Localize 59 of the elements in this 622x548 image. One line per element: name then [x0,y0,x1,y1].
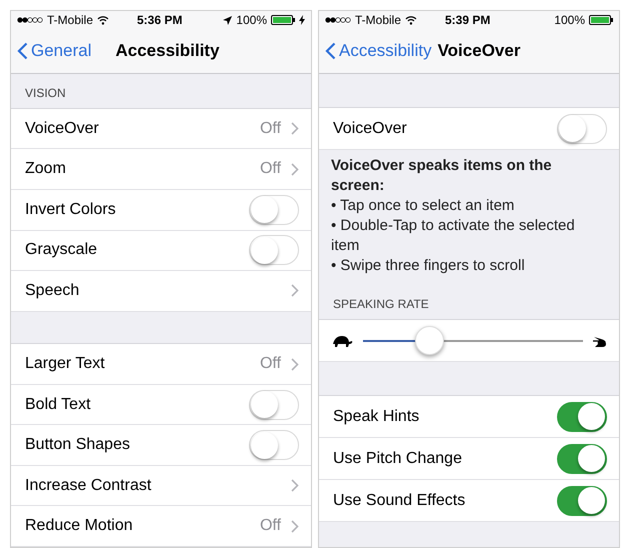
chevron-icon [291,162,299,176]
settings-row[interactable]: Zoom Off [11,149,311,190]
settings-row[interactable]: VoiceOver Off [11,108,311,150]
battery-percent: 100% [554,12,585,29]
row-label: Use Sound Effects [333,490,466,510]
nav-title: Accessibility [115,40,220,62]
signal-icon [17,17,43,23]
settings-row[interactable]: Speech [11,271,311,312]
wifi-icon [405,16,418,24]
back-button[interactable]: General [17,38,92,64]
row-label: Increase Contrast [25,476,152,496]
chevron-icon [291,479,299,492]
row-label: Larger Text [25,354,106,374]
turtle-icon [331,334,353,346]
toggle-switch[interactable] [557,402,607,432]
chevron-icon [291,358,299,371]
description-bullet: • Swipe three fingers to scroll [331,256,526,276]
row-label: Speech [25,280,80,301]
row-value: Off [260,118,281,139]
row-label: VoiceOver [25,118,100,139]
section-header: SPEAKING RATE [333,296,429,313]
row-label: VoiceOver [333,118,408,138]
wifi-icon [97,16,110,24]
back-chevron-icon [17,42,28,60]
back-chevron-icon [325,42,336,60]
row-label: Use Pitch Change [333,448,463,468]
signal-icon [325,17,351,23]
chevron-icon [291,284,299,298]
row-value: Off [260,354,281,374]
row-label: Invert Colors [25,200,117,220]
battery-icon [589,15,613,25]
battery-icon [271,15,295,25]
row-label: Reduce Motion [25,516,134,536]
status-time: 5:36 PM [137,12,184,29]
slider-thumb[interactable] [415,326,444,354]
row-label: Zoom [25,159,67,180]
settings-row[interactable]: Increase Contrast [11,466,311,506]
description-bullet: • Double-Tap to activate the selected item [331,216,576,256]
status-time: 5:39 PM [445,12,492,29]
carrier-label: T-Mobile [355,12,402,29]
chevron-icon [291,122,299,136]
battery-percent: 100% [236,12,267,29]
toggle-switch[interactable] [557,486,607,516]
row-label: Speak Hints [333,406,420,426]
row-label: Grayscale [25,240,98,260]
row-value: Off [260,159,281,180]
description-bullet: • Tap once to select an item [331,196,516,216]
row-label: Bold Text [25,394,92,415]
chevron-icon [291,520,299,533]
row-value: Off [260,516,281,536]
settings-row[interactable]: Reduce Motion Off [11,506,311,547]
row-label: Button Shapes [25,435,131,456]
description-title: VoiceOver speaks items on the screen: [331,156,553,196]
toggle-switch[interactable] [557,444,607,474]
carrier-label: T-Mobile [47,12,94,29]
section-header: VISION [25,84,66,102]
settings-row[interactable]: Larger Text Off [11,344,311,385]
nav-title: VoiceOver [438,40,520,62]
back-button[interactable]: Accessibility [325,38,432,64]
